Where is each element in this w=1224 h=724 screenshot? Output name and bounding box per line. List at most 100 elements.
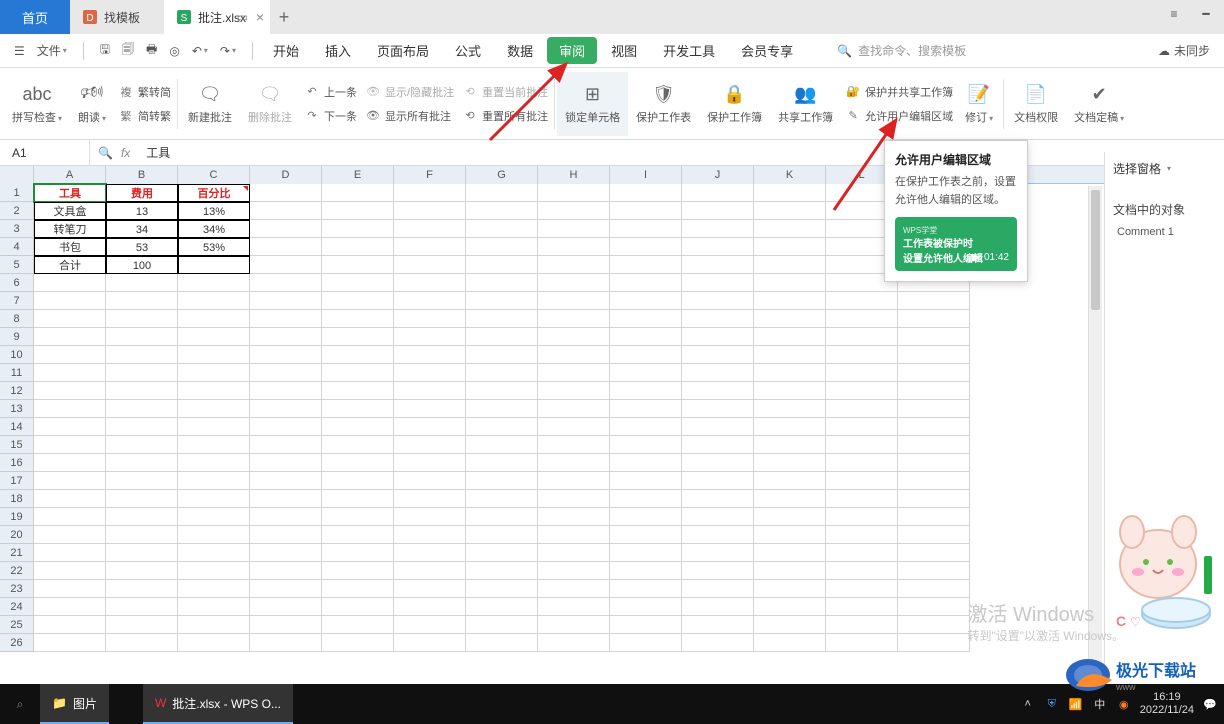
cell-I15[interactable] [610, 436, 682, 454]
row-header-15[interactable]: 15 [0, 436, 34, 454]
row-header-7[interactable]: 7 [0, 292, 34, 310]
cell-C16[interactable] [178, 454, 250, 472]
protect-book-button[interactable]: 🔒 保护工作簿 [699, 72, 770, 136]
cell-K7[interactable] [754, 292, 826, 310]
cell-H15[interactable] [538, 436, 610, 454]
cell-M23[interactable] [898, 580, 970, 598]
cell-F4[interactable] [394, 238, 466, 256]
cell-E12[interactable] [322, 382, 394, 400]
cell-G23[interactable] [466, 580, 538, 598]
cell-C22[interactable] [178, 562, 250, 580]
cell-C18[interactable] [178, 490, 250, 508]
cell-C14[interactable] [178, 418, 250, 436]
cell-J24[interactable] [682, 598, 754, 616]
cell-I19[interactable] [610, 508, 682, 526]
cell-F17[interactable] [394, 472, 466, 490]
cell-L19[interactable] [826, 508, 898, 526]
cell-K13[interactable] [754, 400, 826, 418]
cell-F7[interactable] [394, 292, 466, 310]
sync-status[interactable]: ☁ 未同步 [1158, 42, 1210, 59]
cell-F6[interactable] [394, 274, 466, 292]
cell-J11[interactable] [682, 364, 754, 382]
cell-C19[interactable] [178, 508, 250, 526]
cell-E2[interactable] [322, 202, 394, 220]
cell-L24[interactable] [826, 598, 898, 616]
cell-D2[interactable] [250, 202, 322, 220]
cell-J26[interactable] [682, 634, 754, 652]
cell-H13[interactable] [538, 400, 610, 418]
cell-I8[interactable] [610, 310, 682, 328]
cell-K25[interactable] [754, 616, 826, 634]
cell-M25[interactable] [898, 616, 970, 634]
cell-I21[interactable] [610, 544, 682, 562]
cell-G6[interactable] [466, 274, 538, 292]
row-header-23[interactable]: 23 [0, 580, 34, 598]
cell-L20[interactable] [826, 526, 898, 544]
cell-J19[interactable] [682, 508, 754, 526]
zoom-icon[interactable]: 🔍 [98, 146, 113, 160]
cell-H18[interactable] [538, 490, 610, 508]
cell-D11[interactable] [250, 364, 322, 382]
cell-G7[interactable] [466, 292, 538, 310]
menu-formula[interactable]: 公式 [443, 37, 493, 64]
cell-E20[interactable] [322, 526, 394, 544]
cell-H25[interactable] [538, 616, 610, 634]
cell-I2[interactable] [610, 202, 682, 220]
cell-C2[interactable]: 13% [178, 202, 250, 220]
cell-G10[interactable] [466, 346, 538, 364]
cell-K21[interactable] [754, 544, 826, 562]
cell-D7[interactable] [250, 292, 322, 310]
tab-current-file[interactable]: S 批注.xlsx ▭ × [164, 0, 270, 34]
cell-I9[interactable] [610, 328, 682, 346]
cell-A11[interactable] [34, 364, 106, 382]
row-header-26[interactable]: 26 [0, 634, 34, 652]
cell-A20[interactable] [34, 526, 106, 544]
menu-start[interactable]: 开始 [261, 37, 311, 64]
cell-D25[interactable] [250, 616, 322, 634]
row-header-13[interactable]: 13 [0, 400, 34, 418]
cell-D15[interactable] [250, 436, 322, 454]
cell-G11[interactable] [466, 364, 538, 382]
cell-K8[interactable] [754, 310, 826, 328]
redo-icon[interactable]: ↷▾ [218, 42, 238, 60]
cell-C10[interactable] [178, 346, 250, 364]
col-header-J[interactable]: J [682, 166, 754, 184]
cell-G5[interactable] [466, 256, 538, 274]
cell-A1[interactable]: 工具 [34, 184, 106, 202]
cell-C21[interactable] [178, 544, 250, 562]
cell-B23[interactable] [106, 580, 178, 598]
cell-H17[interactable] [538, 472, 610, 490]
row-header-20[interactable]: 20 [0, 526, 34, 544]
cell-H21[interactable] [538, 544, 610, 562]
cell-L17[interactable] [826, 472, 898, 490]
tray-ime-icon[interactable]: 中 [1092, 696, 1108, 712]
cell-B10[interactable] [106, 346, 178, 364]
cell-M9[interactable] [898, 328, 970, 346]
cell-D10[interactable] [250, 346, 322, 364]
cell-C5[interactable] [178, 256, 250, 274]
cell-M20[interactable] [898, 526, 970, 544]
row-header-12[interactable]: 12 [0, 382, 34, 400]
cell-B25[interactable] [106, 616, 178, 634]
tab-find-template[interactable]: D 找模板 [70, 0, 164, 34]
cell-A7[interactable] [34, 292, 106, 310]
cell-H19[interactable] [538, 508, 610, 526]
cell-D6[interactable] [250, 274, 322, 292]
cell-B13[interactable] [106, 400, 178, 418]
cell-J2[interactable] [682, 202, 754, 220]
cell-C25[interactable] [178, 616, 250, 634]
col-header-G[interactable]: G [466, 166, 538, 184]
cell-G21[interactable] [466, 544, 538, 562]
window-menu-icon[interactable]: ≡ [1162, 4, 1186, 24]
cell-L12[interactable] [826, 382, 898, 400]
cell-J6[interactable] [682, 274, 754, 292]
scrollbar-thumb[interactable] [1091, 190, 1100, 310]
reset-all-button[interactable]: ⟲重置所有批注 [458, 106, 552, 126]
protect-share-button[interactable]: 🔐保护并共享工作簿 [841, 82, 957, 102]
cell-I20[interactable] [610, 526, 682, 544]
cell-H11[interactable] [538, 364, 610, 382]
cell-K4[interactable] [754, 238, 826, 256]
cell-H5[interactable] [538, 256, 610, 274]
cell-F15[interactable] [394, 436, 466, 454]
row-header-24[interactable]: 24 [0, 598, 34, 616]
